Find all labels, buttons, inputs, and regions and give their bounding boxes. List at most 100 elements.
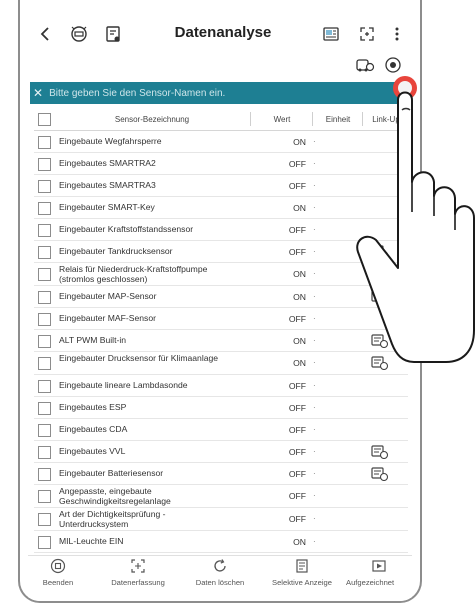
sensor-value: OFF <box>288 491 306 501</box>
record-button[interactable] <box>384 56 406 76</box>
row-checkbox[interactable] <box>38 223 51 237</box>
link-up-icon <box>371 267 389 282</box>
sensor-value: OFF <box>288 246 306 257</box>
link-up-icon <box>371 444 389 459</box>
top-bar: Datenanalyse <box>28 16 412 52</box>
sensor-name: Eingebaute lineare Lambdasonde <box>59 380 188 390</box>
table-row[interactable]: Eingebautes CDA OFF · <box>34 419 408 441</box>
column-header-value[interactable]: Wert <box>252 108 312 130</box>
select-all-checkbox[interactable] <box>38 113 51 126</box>
sensor-name: Eingebautes VVL <box>59 446 126 456</box>
sensor-name: MIL-Leuchte EIN <box>59 536 124 546</box>
bottom-navigation: Beenden Datenerfassung Daten löschen Sel… <box>28 555 412 601</box>
more-menu-button[interactable] <box>386 16 408 52</box>
table-row[interactable]: Eingebauter Drucksensor für Klimaanlage O… <box>34 352 408 375</box>
value-dot-icon: · <box>313 514 316 523</box>
app-screen: Datenanalyse ✕ Bitte geben Sie den Senso… <box>28 0 412 601</box>
row-checkbox[interactable] <box>38 312 51 326</box>
row-checkbox[interactable] <box>38 513 51 526</box>
row-checkbox[interactable] <box>38 179 51 193</box>
data-capture-button[interactable]: Datenerfassung <box>98 558 178 598</box>
back-button[interactable] <box>34 16 56 52</box>
recorded-button[interactable]: Aufgezeichnet <box>346 558 412 598</box>
row-checkbox[interactable] <box>38 201 51 215</box>
value-dot-icon: · <box>313 269 316 278</box>
table-row[interactable]: Eingebautes ESP OFF · <box>34 397 408 419</box>
sensor-value: OFF <box>288 224 306 235</box>
row-checkbox[interactable] <box>38 423 51 437</box>
table-row[interactable]: Eingebauter SMART-Key ON · <box>34 197 408 219</box>
table-row[interactable]: ALT PWM Built-in ON · <box>34 330 408 352</box>
row-checkbox[interactable] <box>38 490 51 503</box>
link-up-button[interactable] <box>371 444 389 459</box>
table-row[interactable]: Eingebautes VVL OFF · <box>34 441 408 463</box>
value-dot-icon: · <box>313 291 316 301</box>
row-checkbox[interactable] <box>38 535 51 549</box>
row-checkbox[interactable] <box>38 357 51 370</box>
sensor-search-bar: ✕ <box>30 82 410 104</box>
table-row[interactable]: MIL-Leuchte EIN ON · <box>34 531 408 553</box>
table-row[interactable]: Eingebaute lineare Lambdasonde OFF · <box>34 375 408 397</box>
row-checkbox[interactable] <box>38 401 51 415</box>
sensor-name: Eingebautes CDA <box>59 424 128 434</box>
link-up-button[interactable] <box>371 356 389 371</box>
sensor-search-input[interactable] <box>43 86 372 100</box>
row-checkbox[interactable] <box>38 290 51 304</box>
table-row[interactable]: Eingebauter MAF-Sensor OFF · <box>34 308 408 330</box>
tablet-frame: Datenanalyse ✕ Bitte geben Sie den Senso… <box>18 0 422 603</box>
link-up-button[interactable] <box>371 244 389 259</box>
table-row[interactable]: Art der Dichtigkeitsprüfung - Unterdruck… <box>34 508 408 531</box>
sensor-value: ON <box>293 358 306 368</box>
table-row[interactable]: Eingebauter Kraftstoffstandssensor OFF · <box>34 219 408 241</box>
value-dot-icon: · <box>313 224 316 234</box>
column-header-unit[interactable]: Einheit <box>314 108 362 130</box>
link-up-button[interactable] <box>371 289 389 304</box>
row-checkbox[interactable] <box>38 334 51 348</box>
table-row[interactable]: Eingebaute Wegfahrsperre ON · <box>34 131 408 153</box>
table-row[interactable]: Eingebautes SMARTRA2 OFF · <box>34 153 408 175</box>
sensor-name: ALT PWM Built-in <box>59 335 127 345</box>
row-checkbox[interactable] <box>38 135 51 149</box>
table-row[interactable]: Eingebautes SMARTRA3 OFF · <box>34 175 408 197</box>
table-row[interactable]: Eingebauter Batteriesensor OFF · <box>34 463 408 485</box>
row-checkbox[interactable] <box>38 245 51 259</box>
table-row[interactable]: Eingebauter Tankdrucksensor OFF · <box>34 241 408 263</box>
stop-label: Beenden <box>42 578 74 587</box>
column-header-sensor[interactable]: Sensor-Bezeichnung <box>54 108 250 130</box>
table-row[interactable]: Eingebauter MAP-Sensor ON · <box>34 286 408 308</box>
row-checkbox[interactable] <box>38 268 51 281</box>
vehicle-scan-button[interactable] <box>66 16 92 52</box>
diagnostic-tool-button[interactable] <box>100 16 126 52</box>
link-up-button[interactable] <box>371 333 389 348</box>
sensor-name: Art der Dichtigkeitsprüfung - Unterdruck… <box>59 509 166 529</box>
more-vertical-icon <box>395 27 399 41</box>
link-up-button[interactable] <box>371 466 389 481</box>
link-up-button[interactable] <box>371 267 389 282</box>
value-dot-icon: · <box>313 158 316 168</box>
table-row[interactable]: Relais für Niederdruck-Kraftstoffpumpe (… <box>34 263 408 286</box>
row-checkbox[interactable] <box>38 379 51 393</box>
selective-display-button[interactable]: Selektive Anzeige <box>260 558 344 598</box>
stop-button[interactable]: Beenden <box>30 558 86 598</box>
link-up-icon <box>371 333 389 348</box>
sensor-report-button[interactable] <box>318 16 344 52</box>
sensor-value: OFF <box>288 313 306 324</box>
row-checkbox[interactable] <box>38 445 51 459</box>
sensor-name: Angepasste, eingebaute Geschwindigkeitsr… <box>59 486 171 506</box>
column-header-linkup[interactable]: Link-Up <box>364 108 408 130</box>
row-checkbox[interactable] <box>38 467 51 481</box>
record-target-icon <box>385 57 401 73</box>
row-checkbox[interactable] <box>38 157 51 171</box>
link-up-icon <box>371 244 389 259</box>
sensor-name: Eingebautes SMARTRA2 <box>59 158 156 168</box>
expand-button[interactable] <box>354 16 380 52</box>
sensor-value: OFF <box>288 514 306 524</box>
table-row[interactable]: Angepasste, eingebaute Geschwindigkeitsr… <box>34 485 408 508</box>
stop-circle-icon <box>50 558 66 574</box>
clear-search-icon[interactable]: ✕ <box>30 86 43 100</box>
sensor-value: ON <box>293 269 306 279</box>
value-dot-icon: · <box>313 536 316 546</box>
clear-data-button[interactable]: Daten löschen <box>184 558 256 598</box>
vehicle-data-button[interactable] <box>355 56 377 76</box>
clear-data-label: Daten löschen <box>195 578 245 587</box>
